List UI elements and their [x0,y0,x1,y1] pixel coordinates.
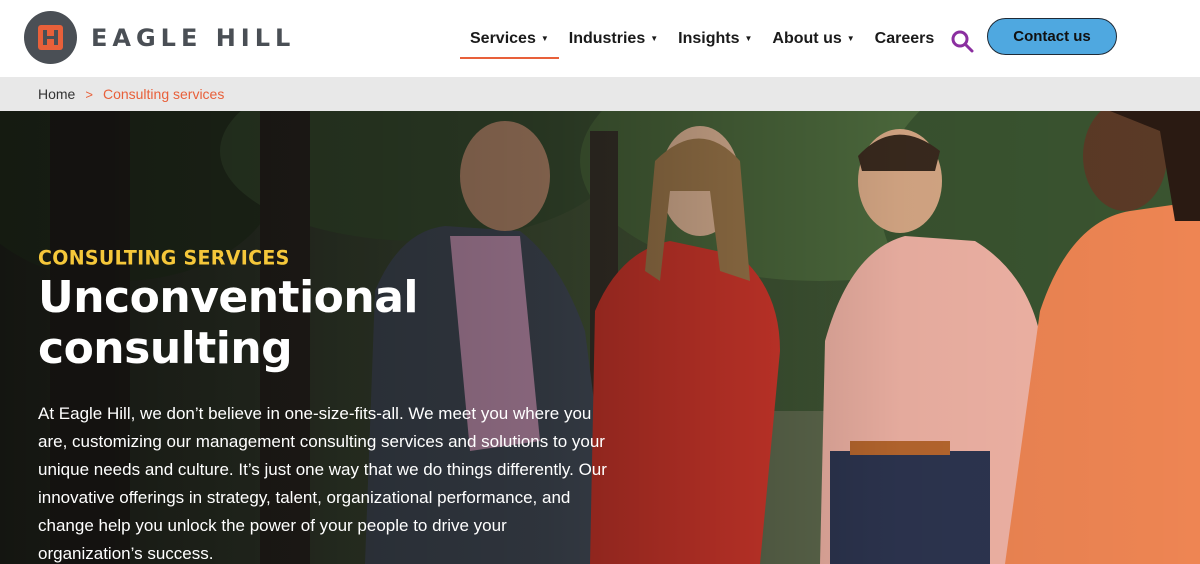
hero-description: At Eagle Hill, we don’t believe in one-s… [38,404,607,564]
chevron-down-icon: ▼ [744,34,753,43]
breadcrumb-separator: > [85,86,93,102]
hero-title: Unconventional consulting [38,272,418,374]
breadcrumb: Home > Consulting services [0,77,1200,111]
nav-item-about-us[interactable]: About us ▼ [762,19,864,59]
hero-eyebrow: CONSULTING SERVICES [38,246,290,270]
logo-link[interactable]: EAGLE HILL [24,11,295,64]
nav-item-label: Services [470,29,536,47]
nav-item-label: About us [772,29,842,47]
nav-item-insights[interactable]: Insights ▼ [668,19,762,59]
chevron-down-icon: ▼ [540,34,549,43]
eagle-hill-logo-icon [24,11,77,64]
hero-section: CONSULTING SERVICES Unconventional consu… [0,111,1200,564]
chevron-down-icon: ▼ [846,34,855,43]
nav-item-label: Industries [568,29,646,47]
nav-item-careers[interactable]: Careers [865,19,945,59]
contact-us-button[interactable]: Contact us [987,18,1117,55]
chevron-down-icon: ▼ [650,34,659,43]
search-icon[interactable] [950,29,974,53]
nav-item-services[interactable]: Services ▼ [460,19,559,59]
site-header: EAGLE HILL Services ▼ Industries ▼ Insig… [0,0,1200,77]
nav-item-label: Careers [874,29,935,47]
brand-name: EAGLE HILL [91,23,296,52]
breadcrumb-current: Consulting services [102,86,225,102]
nav-item-industries[interactable]: Industries ▼ [559,19,668,59]
hero-content: CONSULTING SERVICES Unconventional consu… [38,246,638,564]
breadcrumb-home-link[interactable]: Home [38,86,75,102]
main-nav: Services ▼ Industries ▼ Insights ▼ About… [460,0,944,77]
nav-item-label: Insights [678,29,740,47]
